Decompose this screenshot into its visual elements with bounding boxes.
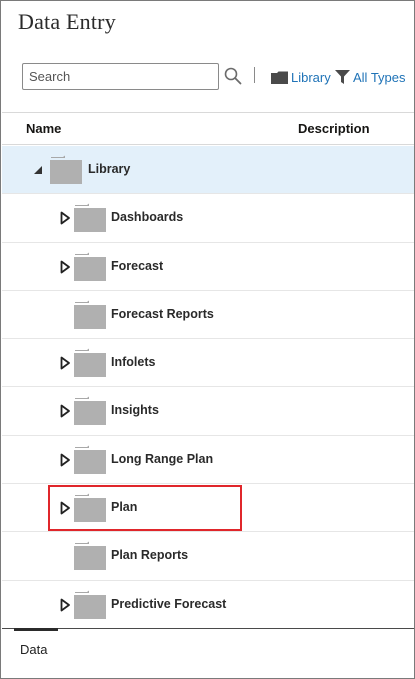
- tree-row[interactable]: Insights: [2, 387, 414, 436]
- folder-icon: [271, 71, 288, 84]
- tree-row[interactable]: Forecast: [2, 243, 414, 291]
- bottom-tab-bar: Data: [2, 628, 414, 678]
- triangle-right-icon[interactable]: [59, 501, 71, 515]
- folder-icon: [74, 252, 106, 281]
- folder-icon: [50, 155, 82, 184]
- triangle-right-icon[interactable]: [59, 404, 71, 418]
- folder-icon: [74, 445, 106, 474]
- search-icon[interactable]: [223, 66, 243, 86]
- tree-row[interactable]: Dashboards: [2, 194, 414, 243]
- folder-icon: [74, 541, 106, 571]
- folder-icon: [74, 396, 106, 426]
- search-input[interactable]: [22, 63, 219, 90]
- tree-row-label: Dashboards: [111, 210, 184, 225]
- filter-icon: [335, 70, 350, 84]
- library-filter-label: Library: [291, 69, 331, 85]
- triangle-down-icon[interactable]: [32, 163, 44, 177]
- active-tab-indicator: [14, 628, 58, 631]
- tree-row[interactable]: Library: [2, 146, 414, 195]
- tree-row-label: Plan: [111, 500, 138, 515]
- tree-row-label: Forecast Reports: [111, 306, 214, 321]
- tree-row[interactable]: Infolets: [2, 339, 414, 388]
- tree-row-label: Library: [88, 162, 131, 176]
- library-filter-button[interactable]: Library: [271, 68, 331, 86]
- tree-row-label: Long Range Plan: [111, 451, 214, 466]
- folder-icon: [74, 493, 106, 523]
- tab-data[interactable]: Data: [20, 642, 47, 657]
- column-header-description[interactable]: Description: [298, 121, 370, 136]
- toolbar-divider: [254, 67, 255, 83]
- folder-icon: [74, 590, 106, 619]
- tree-row-label: Insights: [111, 403, 159, 418]
- app-frame: Data Entry Library All Types Name Descri…: [0, 0, 415, 679]
- tree-row[interactable]: Long Range Plan: [2, 436, 414, 485]
- tree-row[interactable]: Predictive Forecast: [2, 581, 414, 629]
- triangle-right-icon[interactable]: [59, 453, 71, 467]
- tree-row-label: Plan Reports: [111, 548, 189, 563]
- folder-icon: [74, 348, 106, 378]
- table-header: Name Description: [2, 112, 414, 145]
- triangle-right-icon[interactable]: [59, 211, 71, 225]
- folder-icon: [74, 300, 106, 329]
- tree-row-label: Predictive Forecast: [111, 596, 227, 611]
- type-filter-label: All Types: [353, 69, 406, 85]
- page-title: Data Entry: [18, 9, 116, 34]
- tree-row-label: Forecast: [111, 258, 164, 273]
- tree-row[interactable]: Plan: [2, 484, 414, 533]
- tree-row[interactable]: Forecast Reports: [2, 291, 414, 340]
- column-header-name[interactable]: Name: [26, 121, 61, 136]
- tree-table: Library Dashboards Forecast Forecast Report…: [2, 146, 414, 629]
- type-filter-button[interactable]: All Types: [335, 68, 406, 86]
- folder-icon: [74, 203, 106, 233]
- triangle-right-icon[interactable]: [59, 598, 71, 612]
- tree-row-label: Infolets: [111, 355, 156, 370]
- triangle-right-icon[interactable]: [59, 260, 71, 274]
- triangle-right-icon[interactable]: [59, 356, 71, 370]
- tree-row[interactable]: Plan Reports: [2, 532, 414, 581]
